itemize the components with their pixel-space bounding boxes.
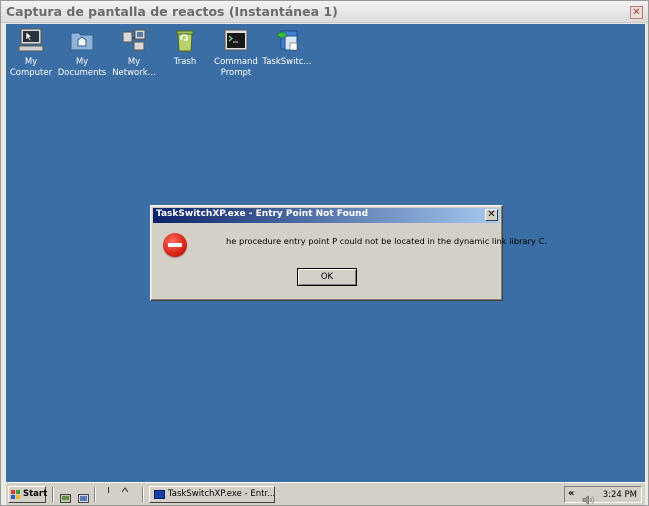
desktop-icon-label: Command Prompt [214, 57, 258, 78]
taskbar: Start TaskSwitchXP.exe - Entr... « 3:24 … [6, 482, 645, 505]
dialog-message: he procedure entry point P could not be … [226, 236, 548, 246]
error-icon [163, 233, 187, 257]
system-tray: « 3:24 PM [564, 486, 642, 505]
browser-quicklaunch-icon[interactable] [78, 489, 89, 503]
dialog-titlebar[interactable]: TaskSwitchXP.exe - Entry Point Not Found… [153, 208, 500, 223]
taskbar-separator [142, 487, 144, 502]
taskbar-separator [94, 487, 96, 502]
command-prompt-icon [222, 26, 250, 54]
desktop-icon-my-documents[interactable]: My Documents [54, 26, 110, 78]
show-desktop-icon[interactable] [60, 489, 71, 503]
tray-expand-button[interactable]: « [568, 488, 574, 499]
desktop-icon-my-computer[interactable]: My Computer [6, 26, 59, 78]
taskswitch-icon [273, 26, 301, 54]
quicklaunch-marker-icon [121, 487, 129, 495]
my-documents-icon [68, 26, 96, 54]
host-window: Captura de pantalla de reactos (Instantá… [0, 0, 649, 506]
trash-icon [171, 26, 199, 54]
speaker-icon[interactable] [582, 490, 596, 505]
host-titlebar: Captura de pantalla de reactos (Instantá… [1, 1, 648, 23]
error-dialog: TaskSwitchXP.exe - Entry Point Not Found… [150, 205, 547, 301]
tray-clock[interactable]: 3:24 PM [603, 490, 637, 500]
desktop-icon-label: TaskSwitc... [262, 57, 312, 67]
taskbar-task-taskswitchxp[interactable]: TaskSwitchXP.exe - Entr... [149, 486, 275, 503]
desktop-icon-command-prompt[interactable]: Command Prompt [208, 26, 264, 78]
start-button[interactable]: Start [8, 486, 48, 503]
desktop-icon-label: Trash [173, 57, 197, 67]
desktop-icon-label: My Documents [57, 57, 107, 78]
desktop-icon-taskswitch[interactable]: TaskSwitc... [259, 26, 315, 68]
window-icon [154, 490, 165, 499]
host-window-title: Captura de pantalla de reactos (Instantá… [6, 4, 338, 19]
desktop-icon-trash[interactable]: Trash [157, 26, 213, 68]
my-network-icon [120, 26, 148, 54]
dialog-title: TaskSwitchXP.exe - Entry Point Not Found [156, 209, 369, 219]
desktop-icon-label: My Network... [112, 57, 156, 78]
host-close-button[interactable]: ✕ [630, 6, 643, 19]
dialog-close-button[interactable]: ✕ [485, 209, 498, 221]
start-logo-icon [11, 490, 21, 499]
taskbar-separator [52, 487, 54, 502]
desktop-icon-my-network[interactable]: My Network... [106, 26, 162, 78]
task-label: TaskSwitchXP.exe - Entr... [168, 489, 275, 499]
ok-button[interactable]: OK [297, 268, 357, 286]
guest-desktop: My Computer My Documents My Network... T… [6, 24, 645, 505]
desktop-icon-label: My Computer [9, 57, 53, 78]
quicklaunch-marker-icon [106, 487, 111, 497]
my-computer-icon [17, 26, 45, 54]
start-label: Start [23, 489, 48, 499]
